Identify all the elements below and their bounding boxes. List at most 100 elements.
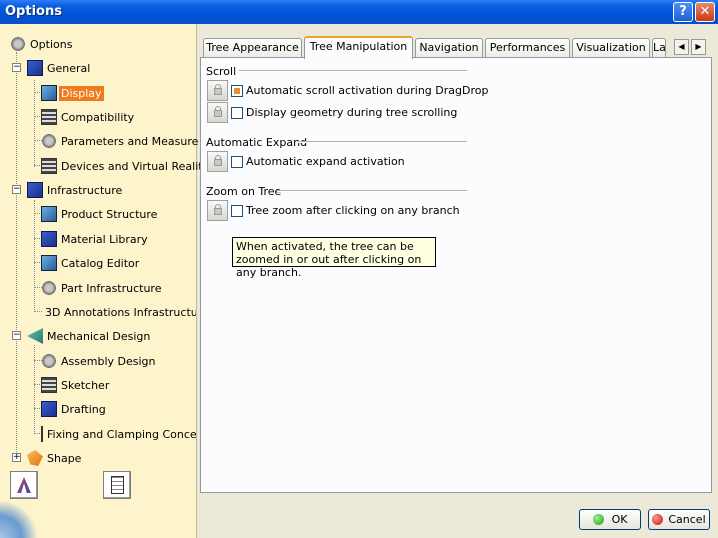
lock-display-geometry-button[interactable] (207, 102, 228, 123)
lock-tree-zoom-button[interactable] (207, 200, 228, 221)
tab-tree-manipulation[interactable]: Tree Manipulation (304, 36, 413, 59)
tree-item-label: Display (59, 85, 104, 101)
collapse-general-toggle[interactable]: − (12, 63, 21, 72)
section-divider (277, 190, 467, 192)
lock-body (214, 88, 222, 95)
parameters-icon (41, 133, 57, 149)
section-title-automatic-expand: Automatic Expand (206, 136, 308, 149)
auto-expand-label: Automatic expand activation (246, 155, 405, 168)
reset-options-button[interactable] (10, 471, 38, 499)
scroll-activation-label: Automatic scroll activation during DragD… (246, 84, 489, 97)
compatibility-icon (41, 109, 57, 125)
tree-item-general[interactable]: General (27, 59, 92, 77)
assembly-design-icon (41, 353, 57, 369)
section-divider (239, 70, 467, 72)
tree-connector (34, 80, 35, 167)
tree-item-fixing-and-clamping-conception[interactable]: Fixing and Clamping Conception (41, 425, 196, 443)
tree-connector (34, 200, 35, 312)
tab-scroll-left-button[interactable]: ◀ (674, 39, 689, 55)
mechanical-design-icon (27, 328, 43, 344)
tree-root-options[interactable]: Options (10, 35, 74, 53)
tab-scroll-right-button[interactable]: ▶ (691, 39, 706, 55)
tab-performances[interactable]: Performances (485, 38, 570, 58)
tab-navigation[interactable]: Navigation (415, 38, 483, 58)
catalog-editor-icon (41, 255, 57, 271)
tree-item-shape[interactable]: Shape (27, 449, 83, 467)
tree-connector (34, 345, 35, 434)
general-icon (27, 60, 43, 76)
shape-icon (27, 450, 43, 466)
ok-icon (592, 514, 604, 525)
lock-auto-expand-button[interactable] (207, 151, 228, 172)
ok-button[interactable]: OK (579, 509, 641, 530)
tree-item-product-structure[interactable]: Product Structure (41, 205, 159, 223)
infrastructure-icon (27, 182, 43, 198)
ok-button-label: OK (611, 513, 628, 526)
scroll-activation-checkbox[interactable] (231, 85, 243, 97)
tab-layout-truncated[interactable]: La (652, 38, 666, 58)
tree-item-label: Options (30, 37, 73, 51)
tree-item-label: Shape (47, 451, 82, 465)
tree-item-label: Product Structure (61, 207, 158, 221)
tree-item-compatibility[interactable]: Compatibility (41, 108, 136, 126)
export-options-button[interactable] (103, 471, 131, 499)
section-title-scroll: Scroll (206, 65, 237, 78)
cancel-icon (652, 514, 664, 525)
tree-item-label: Mechanical Design (47, 329, 151, 343)
catia-logo (0, 500, 50, 538)
material-library-icon (41, 231, 57, 247)
close-button[interactable]: ✕ (695, 2, 715, 22)
tree-item-sketcher[interactable]: Sketcher (41, 376, 111, 394)
tree-item-material-library[interactable]: Material Library (41, 230, 150, 248)
options-window: Options ? ✕ Options − General Display Co… (0, 0, 718, 538)
tree-item-infrastructure[interactable]: Infrastructure (27, 181, 124, 199)
cancel-button[interactable]: Cancel (648, 509, 710, 530)
tree-item-display[interactable]: Display (41, 84, 104, 102)
options-tree: Options − General Display Compatibility … (0, 24, 209, 538)
display-geometry-checkbox[interactable] (231, 107, 243, 119)
reset-icon (17, 477, 31, 493)
tree-item-label: 3D Annotations Infrastructure (45, 305, 196, 319)
window-title: Options (5, 4, 62, 19)
display-icon (41, 85, 57, 101)
tree-item-catalog-editor[interactable]: Catalog Editor (41, 254, 141, 272)
lock-scroll-activation-button[interactable] (207, 80, 228, 101)
tree-connector (16, 52, 17, 458)
tree-zoom-tooltip: When activated, the tree can be zoomed i… (232, 237, 436, 279)
export-icon (111, 476, 124, 494)
lock-body (214, 208, 222, 215)
tree-item-label: Drafting (61, 402, 106, 416)
tree-item-label: Part Infrastructure (61, 281, 162, 295)
tree-item-part-infrastructure[interactable]: Part Infrastructure (41, 279, 163, 297)
tree-item-assembly-design[interactable]: Assembly Design (41, 352, 158, 370)
lock-body (214, 159, 222, 166)
expand-shape-toggle[interactable]: + (12, 453, 21, 462)
tab-bar: Tree Appearance Tree Manipulation Naviga… (200, 36, 712, 59)
lock-body (214, 110, 222, 117)
collapse-infrastructure-toggle[interactable]: − (12, 185, 21, 194)
tree-item-label: Parameters and Measure (61, 134, 199, 148)
tree-item-label: Assembly Design (61, 354, 156, 368)
devices-icon (41, 158, 57, 174)
tree-item-label: Sketcher (61, 378, 110, 392)
drafting-icon (41, 401, 57, 417)
section-title-zoom-on-tree: Zoom on Tree (206, 185, 282, 198)
tree-item-label: Devices and Virtual Reality (61, 159, 210, 173)
tree-item-mechanical-design[interactable]: Mechanical Design (27, 327, 152, 345)
collapse-mechanical-design-toggle[interactable]: − (12, 331, 21, 340)
help-button[interactable]: ? (673, 2, 693, 22)
options-icon (10, 36, 26, 52)
fixing-icon (41, 426, 43, 442)
auto-expand-checkbox[interactable] (231, 156, 243, 168)
tree-item-devices-and-virtual-reality[interactable]: Devices and Virtual Reality (41, 157, 211, 175)
tree-item-drafting[interactable]: Drafting (41, 400, 108, 418)
tree-item-label: Catalog Editor (61, 256, 140, 270)
title-bar[interactable]: Options ? ✕ (0, 0, 718, 24)
tree-item-3d-annotations-infrastructure[interactable]: 3D Annotations Infrastructure (41, 303, 196, 321)
tab-visualization[interactable]: Visualization (572, 38, 650, 58)
section-divider (298, 141, 467, 143)
tab-tree-appearance[interactable]: Tree Appearance (203, 38, 302, 58)
tree-item-label: Material Library (61, 232, 148, 246)
tree-zoom-checkbox[interactable] (231, 205, 243, 217)
tree-item-parameters-and-measure[interactable]: Parameters and Measure (41, 132, 200, 150)
